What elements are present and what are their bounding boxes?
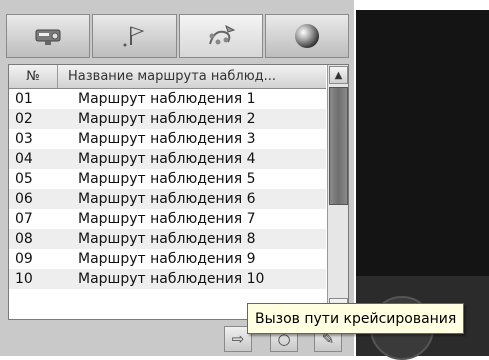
route-number: 05 xyxy=(15,171,33,187)
table-body: 01 Маршрут наблюдения 1 02 Маршрут наблюден… xyxy=(9,89,326,289)
arrow-right-icon: ⇨ xyxy=(231,330,245,348)
table-header: № Название маршрута наблюд... xyxy=(9,65,326,89)
table-row[interactable]: 10 Маршрут наблюдения 10 xyxy=(9,269,326,289)
table-row[interactable]: 04 Маршрут наблюдения 4 xyxy=(9,149,326,169)
table-row[interactable]: 09 Маршрут наблюдения 9 xyxy=(9,249,326,269)
patrol-route-icon xyxy=(208,25,235,45)
column-header-number[interactable]: № xyxy=(9,65,58,88)
vertical-scrollbar[interactable]: ▲ ▼ xyxy=(327,65,348,319)
route-number: 09 xyxy=(15,251,33,267)
route-number: 01 xyxy=(15,91,33,107)
route-name: Маршрут наблюдения 1 xyxy=(78,91,256,107)
table-row[interactable]: 06 Маршрут наблюдения 6 xyxy=(9,189,326,209)
sphere-icon xyxy=(294,24,319,48)
route-number: 10 xyxy=(15,271,33,287)
patrol-route-table: № Название маршрута наблюд... 01 Маршрут … xyxy=(8,64,349,320)
route-name: Маршрут наблюдения 7 xyxy=(78,211,256,227)
route-name: Маршрут наблюдения 5 xyxy=(78,171,256,187)
column-header-name[interactable]: Название маршрута наблюд... xyxy=(58,65,326,88)
route-number: 06 xyxy=(15,191,33,207)
route-name: Маршрут наблюдения 6 xyxy=(78,191,256,207)
table-row[interactable]: 03 Маршрут наблюдения 3 xyxy=(9,129,326,149)
scrollbar-thumb[interactable] xyxy=(329,87,348,205)
table-row[interactable]: 07 Маршрут наблюдения 7 xyxy=(9,209,326,229)
table-row[interactable]: 05 Маршрут наблюдения 5 xyxy=(9,169,326,189)
route-name: Маршрут наблюдения 8 xyxy=(78,231,256,247)
tooltip: Вызов пути крейсирования xyxy=(247,303,465,334)
route-number: 07 xyxy=(15,211,33,227)
flag-icon xyxy=(123,26,145,47)
tab-patrol[interactable] xyxy=(178,14,263,58)
arrow-up-icon: ▲ xyxy=(334,69,343,81)
route-number: 04 xyxy=(15,151,33,167)
table-row[interactable]: 02 Маршрут наблюдения 2 xyxy=(9,109,326,129)
route-name: Маршрут наблюдения 4 xyxy=(78,151,256,167)
route-number: 08 xyxy=(15,231,33,247)
route-number: 02 xyxy=(15,111,33,127)
camera-settings-icon xyxy=(35,29,61,45)
route-name: Маршрут наблюдения 3 xyxy=(78,131,256,147)
route-number: 03 xyxy=(15,131,33,147)
tab-sphere[interactable] xyxy=(264,14,349,58)
route-name: Маршрут наблюдения 9 xyxy=(78,251,256,267)
tab-bar xyxy=(6,14,349,60)
tab-preset[interactable] xyxy=(92,14,177,58)
table-row[interactable]: 08 Маршрут наблюдения 8 xyxy=(9,229,326,249)
scroll-up-button[interactable]: ▲ xyxy=(329,66,348,84)
route-name: Маршрут наблюдения 2 xyxy=(78,111,256,127)
tab-camera-settings[interactable] xyxy=(6,14,91,58)
table-row[interactable]: 01 Маршрут наблюдения 1 xyxy=(9,89,326,109)
route-name: Маршрут наблюдения 10 xyxy=(78,271,265,287)
